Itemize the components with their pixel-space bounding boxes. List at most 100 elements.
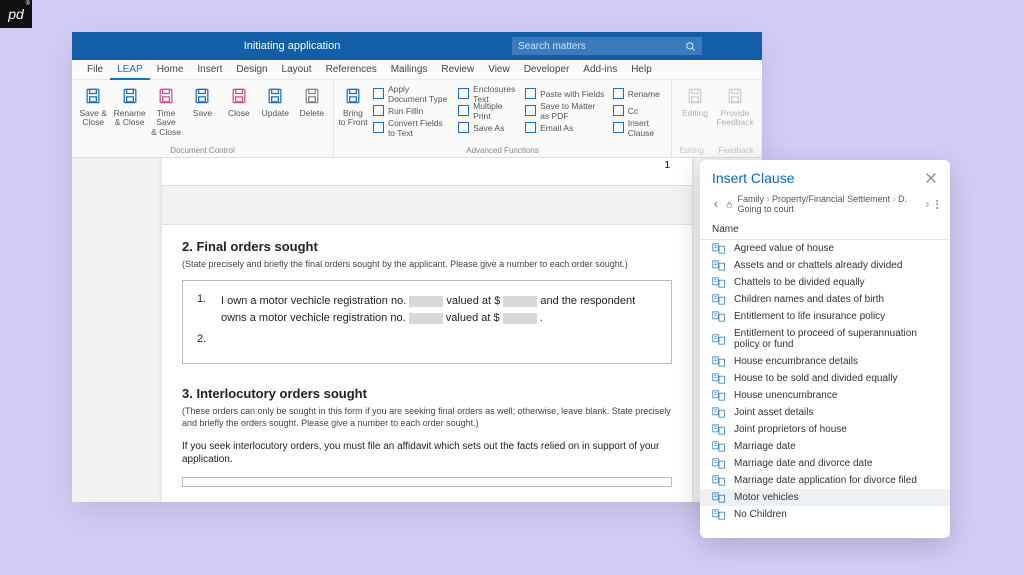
ribbon-cmd-email-as[interactable]: Email As: [525, 120, 605, 135]
menu-view[interactable]: View: [481, 60, 517, 80]
menu-design[interactable]: Design: [229, 60, 274, 80]
save-close-button[interactable]: Save & Close: [76, 84, 110, 128]
ribbon-cmd-multiple-print[interactable]: Multiple Print: [458, 103, 517, 118]
save-button[interactable]: Save: [185, 84, 219, 118]
ribbon-cmd-run-fillin[interactable]: Run Fillin: [373, 103, 450, 118]
clause-item-label: Entitlement to life insurance policy: [734, 311, 885, 322]
menu-references[interactable]: References: [319, 60, 384, 80]
update-button[interactable]: Update: [258, 84, 292, 118]
ribbon-cmd-paste-with-fields[interactable]: Paste with Fields: [525, 86, 605, 101]
menu-leap[interactable]: LEAP: [110, 60, 150, 80]
crumbs: Family › Property/Financial Settlement ›…: [738, 194, 920, 214]
panel-title: Insert Clause: [712, 170, 794, 186]
section-2-heading: 2. Final orders sought: [182, 239, 672, 254]
document-area: 1 2. Final orders sought (State precisel…: [72, 158, 762, 502]
ribbon-cmd-save-to-matter-as-pdf[interactable]: Save to Matter as PDF: [525, 103, 605, 118]
back-icon[interactable]: [712, 199, 721, 210]
clause-item[interactable]: Marriage date application for divorce fi…: [700, 472, 950, 489]
clause-item[interactable]: Chattels to be divided equally: [700, 274, 950, 291]
menu-mailings[interactable]: Mailings: [384, 60, 435, 80]
clause-item[interactable]: House encumbrance details: [700, 353, 950, 370]
cmd-icon: [525, 105, 536, 116]
ribbon-group-document-control: Save & CloseRename & CloseTime Save & Cl…: [72, 80, 334, 157]
ribbon-cmd-rename[interactable]: Rename: [613, 86, 664, 101]
clause-icon: [712, 509, 726, 520]
bring-front-button[interactable]: Bring to Front: [338, 84, 368, 128]
clause-icon: [712, 294, 726, 305]
cmd-icon: [373, 122, 384, 133]
clause-icon: [712, 492, 726, 503]
crumb[interactable]: Family: [738, 194, 765, 204]
cmd-icon: [458, 105, 469, 116]
clause-item[interactable]: Assets and or chattels already divided: [700, 257, 950, 274]
cmd-icon: [458, 88, 469, 99]
menu-developer[interactable]: Developer: [517, 60, 577, 80]
clause-item[interactable]: Agreed value of house: [700, 240, 950, 257]
delete-button[interactable]: Delete: [295, 84, 329, 118]
rename-close-icon: [120, 86, 140, 106]
clause-item-label: Marriage date and divorce date: [734, 458, 872, 469]
menu-file[interactable]: File: [80, 60, 110, 80]
field-blank[interactable]: [503, 296, 537, 307]
ribbon: Save & CloseRename & CloseTime Save & Cl…: [72, 80, 762, 158]
clause-item-label: Motor vehicles: [734, 492, 798, 503]
kebab-menu-icon[interactable]: [936, 200, 938, 209]
menu-insert[interactable]: Insert: [190, 60, 229, 80]
close-button[interactable]: Close: [222, 84, 256, 118]
clause-item[interactable]: Entitlement to proceed of superannuation…: [700, 325, 950, 353]
section-3-note-1: (These orders can only be sought in this…: [182, 405, 672, 429]
field-blank[interactable]: [409, 296, 443, 307]
close-icon[interactable]: [924, 171, 938, 185]
editing-button[interactable]: Editing: [676, 84, 714, 118]
close-icon: [229, 86, 249, 106]
order-text: [221, 333, 657, 345]
field-blank[interactable]: [409, 313, 443, 324]
menu-add-ins[interactable]: Add-ins: [576, 60, 624, 80]
save-icon: [192, 86, 212, 106]
clause-item[interactable]: Marriage date: [700, 438, 950, 455]
bring-front-icon: [343, 86, 363, 106]
clause-icon: [712, 424, 726, 435]
ribbon-cmd-insert-clause[interactable]: Insert Clause: [613, 120, 664, 135]
search-matters-input[interactable]: Search matters: [512, 37, 702, 55]
panel-header: Insert Clause: [700, 160, 950, 192]
column-header-name[interactable]: Name: [700, 220, 950, 240]
ribbon-cmd-enclosures-text[interactable]: Enclosures Text: [458, 86, 517, 101]
ribbon-mini-col: Rename Cc Insert Clause: [610, 84, 667, 137]
editing-icon: [685, 86, 705, 106]
ribbon-cmd-apply-document-type[interactable]: Apply Document Type: [373, 86, 450, 101]
clause-item[interactable]: Joint proprietors of house: [700, 421, 950, 438]
ribbon-mini-col: Enclosures Text Multiple Print Save As: [455, 84, 520, 137]
clause-item-label: Joint proprietors of house: [734, 424, 847, 435]
clause-item[interactable]: Children names and dates of birth: [700, 291, 950, 308]
document-title: Initiating application: [72, 40, 512, 52]
ribbon-cmd-save-as[interactable]: Save As: [458, 120, 517, 135]
clause-item[interactable]: House to be sold and divided equally: [700, 370, 950, 387]
breadcrumb: Family › Property/Financial Settlement ›…: [700, 192, 950, 220]
clause-item[interactable]: Marriage date and divorce date: [700, 455, 950, 472]
cmd-icon: [525, 88, 536, 99]
ribbon-cmd-cc[interactable]: Cc: [613, 103, 664, 118]
ribbon-cmd-convert-fields-to-text[interactable]: Convert Fields to Text: [373, 120, 450, 135]
clause-item[interactable]: Entitlement to life insurance policy: [700, 308, 950, 325]
clause-icon: [712, 334, 726, 345]
menu-review[interactable]: Review: [434, 60, 481, 80]
field-blank[interactable]: [503, 313, 537, 324]
clause-item[interactable]: Motor vehicles: [700, 489, 950, 506]
clause-icon: [712, 243, 726, 254]
save-close-icon: [83, 86, 103, 106]
clause-item[interactable]: House unencumbrance: [700, 387, 950, 404]
menu-layout[interactable]: Layout: [275, 60, 319, 80]
provide-feedback-button[interactable]: Provide Feedback: [716, 84, 754, 128]
rename-close-button[interactable]: Rename & Close: [112, 84, 146, 128]
crumb[interactable]: Property/Financial Settlement: [772, 194, 890, 204]
pd-logo: pd: [0, 0, 32, 28]
clause-icon: [712, 311, 726, 322]
timesave-close-button[interactable]: Time Save & Close: [149, 84, 183, 137]
clause-item[interactable]: Joint asset details: [700, 404, 950, 421]
titlebar: Initiating application Search matters: [72, 32, 762, 60]
clause-item-label: House unencumbrance: [734, 390, 837, 401]
menu-home[interactable]: Home: [150, 60, 191, 80]
menu-help[interactable]: Help: [624, 60, 659, 80]
clause-item[interactable]: No Children: [700, 506, 950, 523]
